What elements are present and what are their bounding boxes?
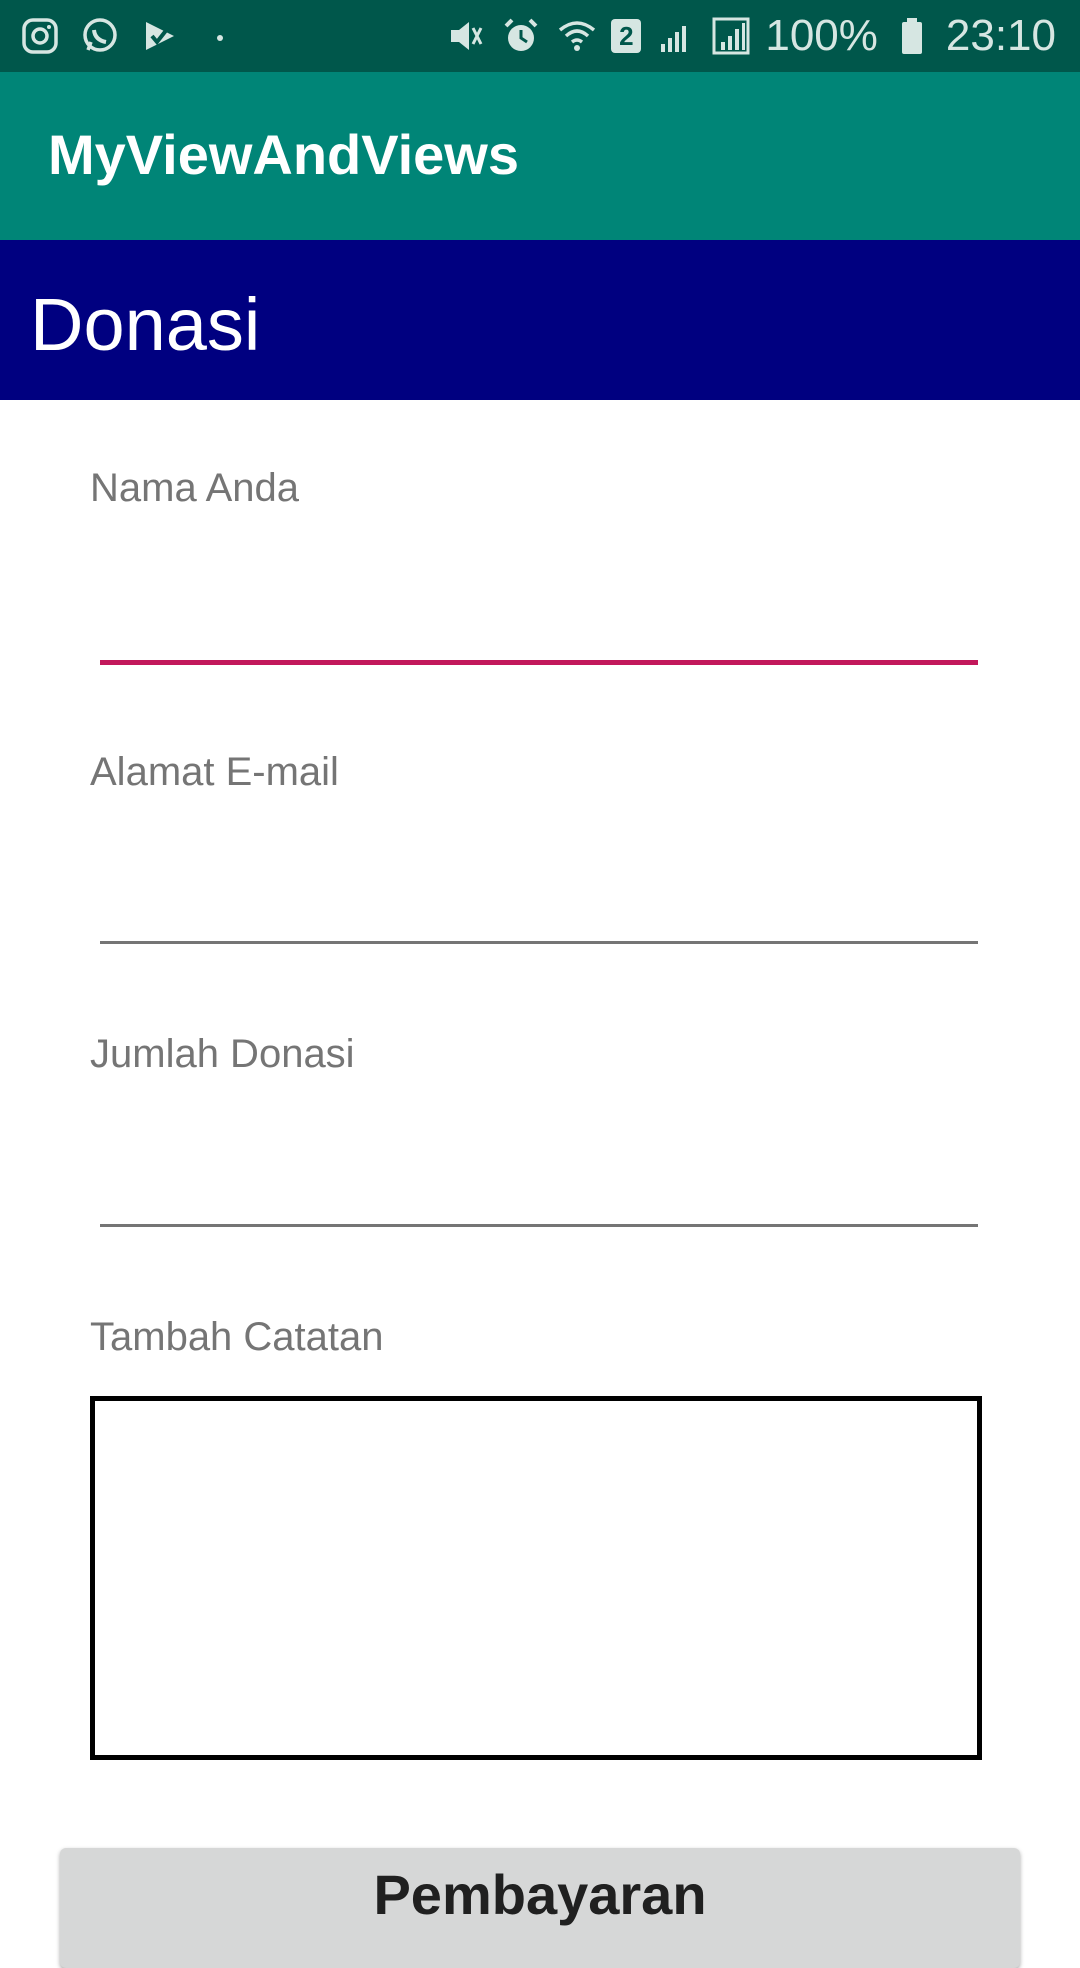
name-label: Nama Anda — [90, 466, 300, 510]
status-bar: 2 100% 23:10 — [0, 0, 1080, 72]
app-title: MyViewAndViews — [48, 123, 519, 186]
battery-icon — [890, 14, 934, 58]
notes-textarea[interactable] — [90, 1396, 982, 1760]
instagram-icon — [18, 14, 62, 58]
payment-button[interactable]: Pembayaran — [60, 1848, 1020, 1968]
email-label: Alamat E-mail — [90, 750, 339, 794]
clock: 23:10 — [945, 11, 1056, 60]
signal-weak-icon — [653, 14, 697, 58]
vibrate-mute-icon — [443, 14, 487, 58]
whatsapp-icon — [78, 14, 122, 58]
signal-icon — [709, 14, 753, 58]
notes-label: Tambah Catatan — [90, 1315, 384, 1359]
email-field[interactable] — [100, 881, 978, 944]
wifi-icon — [555, 14, 599, 58]
name-field[interactable] — [100, 600, 978, 665]
dot-icon — [198, 14, 242, 58]
battery-percent: 100% — [765, 11, 878, 60]
sim2-badge: 2 — [611, 19, 642, 53]
play-check-icon — [138, 14, 182, 58]
amount-label: Jumlah Donasi — [90, 1032, 355, 1076]
donation-amount-field[interactable] — [100, 1164, 978, 1227]
app-bar: MyViewAndViews — [0, 72, 1080, 240]
alarm-icon — [499, 14, 543, 58]
header-band: Donasi — [0, 240, 1080, 400]
page-title: Donasi — [30, 283, 261, 366]
